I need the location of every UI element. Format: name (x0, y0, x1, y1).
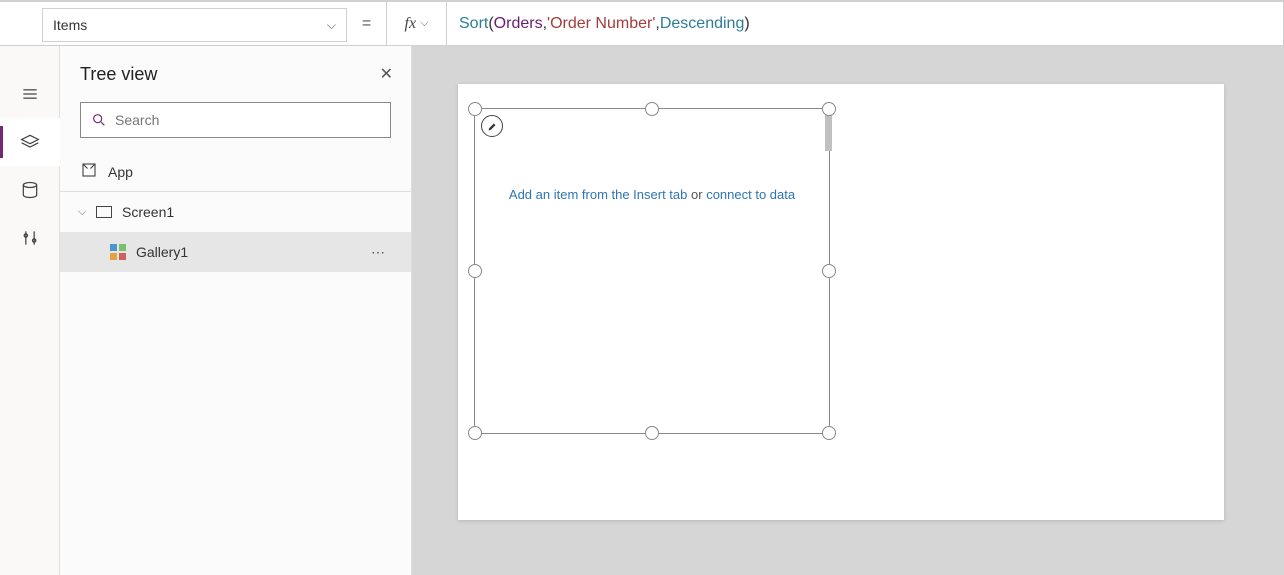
tree-item-app[interactable]: App (60, 152, 411, 192)
gallery-control[interactable]: Add an item from the Insert tab or conne… (474, 108, 830, 434)
gallery-hint-text: Add an item from the Insert tab or conne… (475, 187, 829, 202)
chevron-down-icon: ⌵ (327, 18, 336, 33)
hint-or: or (687, 187, 706, 202)
formula-token: 'Order Number' (547, 15, 655, 33)
resize-handle-s[interactable] (645, 426, 659, 440)
left-icon-rail (0, 46, 60, 575)
resize-handle-se[interactable] (822, 426, 836, 440)
tree-view-rail-button[interactable] (0, 118, 60, 166)
formula-input[interactable]: Sort( Orders, 'Order Number', Descending… (447, 2, 1284, 45)
formula-token: Descending (660, 15, 745, 33)
tree-view-panel: Tree view ✕ App ⌵ Screen1 Gallery1 (60, 46, 412, 575)
tree-item-screen1[interactable]: ⌵ Screen1 (60, 192, 411, 232)
formula-token: Sort (459, 15, 488, 33)
screen-icon (96, 206, 112, 218)
chevron-down-icon: ⌵ (420, 17, 428, 30)
more-options-icon[interactable]: ⋯ (371, 244, 387, 261)
gallery-scrollbar[interactable] (825, 113, 832, 151)
canvas-area[interactable]: Add an item from the Insert tab or conne… (412, 46, 1284, 575)
formula-bar: Items ⌵ = fx ⌵ Sort( Orders, 'Order Numb… (0, 0, 1284, 46)
formula-token: Orders (494, 15, 543, 33)
connect-data-link[interactable]: connect to data (706, 187, 795, 202)
tree-item-label: Gallery1 (136, 244, 188, 260)
close-icon[interactable]: ✕ (380, 64, 393, 84)
resize-handle-ne[interactable] (822, 102, 836, 116)
screen-stage[interactable]: Add an item from the Insert tab or conne… (458, 84, 1224, 520)
search-input[interactable] (115, 112, 380, 128)
advanced-rail-button[interactable] (0, 214, 60, 262)
resize-handle-w[interactable] (468, 264, 482, 278)
tree-item-gallery1[interactable]: Gallery1 ⋯ (60, 232, 411, 272)
tree-list: App ⌵ Screen1 Gallery1 ⋯ (60, 152, 411, 272)
data-rail-button[interactable] (0, 166, 60, 214)
property-dropdown-label: Items (53, 17, 87, 33)
gallery-icon (110, 244, 126, 260)
fx-dropdown[interactable]: fx ⌵ (387, 2, 447, 45)
resize-handle-nw[interactable] (468, 102, 482, 116)
tree-item-label: App (108, 164, 133, 180)
search-box[interactable] (80, 102, 391, 138)
fx-icon: fx (405, 15, 417, 33)
chevron-down-icon: ⌵ (78, 206, 92, 219)
tree-view-title: Tree view (60, 46, 411, 102)
equals-label: = (347, 2, 387, 45)
insert-tab-link[interactable]: Add an item from the Insert tab (509, 187, 687, 202)
resize-handle-e[interactable] (822, 264, 836, 278)
property-dropdown[interactable]: Items ⌵ (42, 8, 347, 42)
formula-token: ) (744, 15, 749, 33)
resize-handle-n[interactable] (645, 102, 659, 116)
hamburger-menu-icon[interactable] (0, 70, 60, 118)
edit-template-button[interactable] (481, 115, 503, 137)
app-icon (80, 161, 98, 182)
tree-item-label: Screen1 (122, 204, 174, 220)
search-icon (91, 112, 107, 128)
resize-handle-sw[interactable] (468, 426, 482, 440)
